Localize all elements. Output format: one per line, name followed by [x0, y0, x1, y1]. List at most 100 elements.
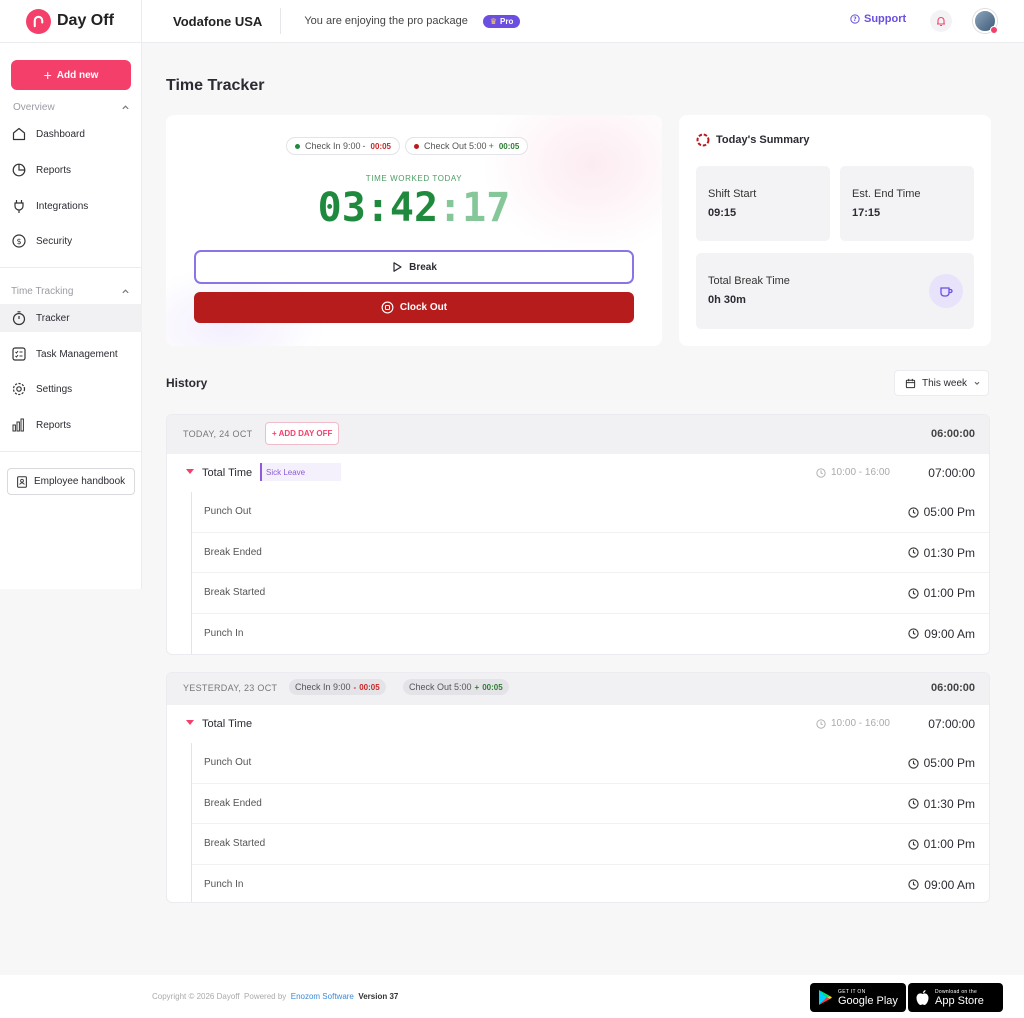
enozom-link[interactable]: Enozom Software [291, 992, 354, 1001]
sidebar-item-integrations[interactable]: Integrations [0, 192, 142, 220]
event-time: 09:00 Am [908, 627, 975, 641]
week-filter-label: This week [922, 377, 968, 389]
company-name: Vodafone USA [173, 8, 282, 34]
sidebar-item-security[interactable]: $ Security [0, 227, 142, 255]
sidebar-item-time-reports[interactable]: Reports [0, 411, 142, 439]
day-date: TODAY, 24 OCT [183, 429, 253, 439]
sidebar-item-label: Integrations [36, 200, 89, 212]
sidebar-item-tracker[interactable]: Tracker [0, 304, 142, 332]
apple-icon [916, 990, 929, 1005]
overview-section-toggle[interactable]: Overview [13, 102, 130, 113]
loading-ring-icon [696, 133, 710, 147]
sidebar-item-label: Dashboard [36, 128, 85, 140]
shift-range-label: 10:00 - 16:00 [831, 718, 890, 729]
check-in-chip: Check In 9:00 -00:05 [286, 137, 401, 155]
total-time-row[interactable]: Total Time Sick Leave 10:00 - 16:00 07:0… [167, 454, 989, 492]
event-label: Break Ended [204, 546, 262, 558]
sidebar-divider [0, 451, 142, 452]
check-in-chip: Check In 9:00-00:05 [289, 679, 386, 695]
stop-circle-icon [381, 301, 394, 314]
plus-icon: + [43, 67, 52, 83]
total-time-label: Total Time [202, 467, 253, 479]
app-store-badge[interactable]: Download on the App Store [908, 983, 1003, 1012]
event-time-value: 01:30 Pm [923, 545, 975, 560]
play-icon [393, 262, 402, 272]
add-day-off-button[interactable]: + ADD DAY OFF [265, 422, 340, 445]
day-date: YESTERDAY, 23 OCT [183, 683, 278, 693]
caret-down-icon[interactable] [186, 720, 194, 725]
event-time: 05:00 Pm [907, 756, 975, 770]
sidebar-item-label: Security [36, 235, 73, 247]
event-time-value: 09:00 Am [924, 877, 975, 892]
clock-out-button[interactable]: Clock Out [194, 292, 634, 323]
list-item: Break Ended 01:30 Pm [192, 784, 989, 824]
pie-chart-icon [12, 163, 26, 177]
sidebar-item-settings[interactable]: Settings [0, 375, 142, 403]
total-time-label: Total Time [202, 718, 253, 730]
list-item: Break Started 01:00 Pm [192, 824, 989, 865]
handbook-icon [17, 475, 27, 488]
history-day: TODAY, 24 OCT + ADD DAY OFF 06:00:00 Tot… [166, 414, 990, 655]
google-play-badge[interactable]: GET IT ON Google Play [810, 983, 906, 1012]
crown-icon: ♛ [489, 16, 497, 26]
add-new-button[interactable]: + Add new [11, 60, 131, 90]
google-play-big-text: Google Play [838, 994, 898, 1007]
break-button[interactable]: Break [194, 250, 634, 284]
day-header: YESTERDAY, 23 OCT Check In 9:00-00:05 Ch… [167, 673, 989, 705]
stopwatch-icon [12, 311, 26, 326]
time-worked-separator: : [438, 185, 463, 231]
clock-icon [907, 506, 919, 518]
tracker-card: Check In 9:00 -00:05 Check Out 5:00 +00:… [166, 115, 662, 346]
sidebar-item-label: Reports [36, 419, 72, 431]
break-time-label: Total Break Time [708, 275, 790, 287]
sick-leave-tag: Sick Leave [260, 463, 341, 481]
sidebar-item-dashboard[interactable]: Dashboard [0, 120, 142, 148]
check-in-delta: 00:05 [370, 141, 392, 151]
event-label: Break Started [204, 587, 266, 598]
sidebar-item-reports[interactable]: Reports [0, 156, 142, 184]
brand-name: Day Off [57, 12, 114, 29]
checklist-icon [12, 347, 26, 361]
time-tracking-section-toggle[interactable]: Time Tracking [11, 286, 130, 297]
event-time-value: 01:00 Pm [923, 837, 975, 851]
version-number: 37 [389, 992, 399, 1001]
footer: Copyright © 2026 Dayoff Powered by Enozo… [0, 975, 1024, 1018]
clock-icon [908, 628, 919, 639]
time-worked-label: TIME WORKED TODAY [365, 174, 463, 183]
pro-badge: ♛ Pro [482, 14, 521, 28]
sidebar-item-task-management[interactable]: Task Management [0, 340, 142, 368]
brand[interactable]: Day Off [0, 0, 142, 43]
total-time-value: 07:00:00 [928, 466, 975, 480]
event-time-value: 01:30 Pm [923, 796, 975, 811]
shift-range-label: 10:00 - 16:00 [831, 467, 890, 478]
break-label: Break [409, 261, 437, 273]
week-filter-select[interactable]: This week [894, 370, 989, 396]
caret-down-icon[interactable] [186, 469, 194, 474]
total-time-value: 07:00:00 [928, 717, 975, 731]
red-dot-icon [414, 143, 420, 149]
event-time-value: 05:00 Pm [923, 505, 975, 519]
notifications-button[interactable] [930, 10, 952, 32]
sidebar-divider [0, 267, 142, 268]
check-out-delta: 00:05 [498, 141, 520, 151]
est-end-box: Est. End Time 17:15 [840, 166, 974, 241]
shift-chips: Check In 9:00 -00:05 Check Out 5:00 +00:… [286, 137, 529, 155]
clock-icon [907, 547, 919, 558]
check-out-label: Check Out 5:00 [409, 682, 472, 692]
event-time: 01:00 Pm [907, 837, 975, 851]
event-list: Punch Out 05:00 Pm Break Ended 01:30 Pm Br… [191, 743, 989, 902]
support-link[interactable]: ? Support [850, 13, 906, 25]
avatar-status-dot [990, 26, 998, 34]
time-tracking-label: Time Tracking [11, 286, 74, 297]
support-label: Support [864, 13, 907, 25]
total-time-row[interactable]: Total Time 10:00 - 16:00 07:00:00 [167, 705, 989, 743]
employee-handbook-button[interactable]: Employee handbook [7, 468, 135, 495]
user-avatar[interactable] [973, 9, 998, 34]
event-time: 01:00 Pm [907, 586, 975, 600]
check-out-label: Check Out 5:00 [424, 141, 487, 151]
app-store-big-text: App Store [935, 994, 984, 1007]
day-total: 06:00:00 [930, 428, 975, 440]
check-in-delta: 00:05 [359, 682, 380, 692]
time-worked-display: 03:42:17 [166, 185, 662, 231]
green-dot-icon [295, 143, 300, 149]
